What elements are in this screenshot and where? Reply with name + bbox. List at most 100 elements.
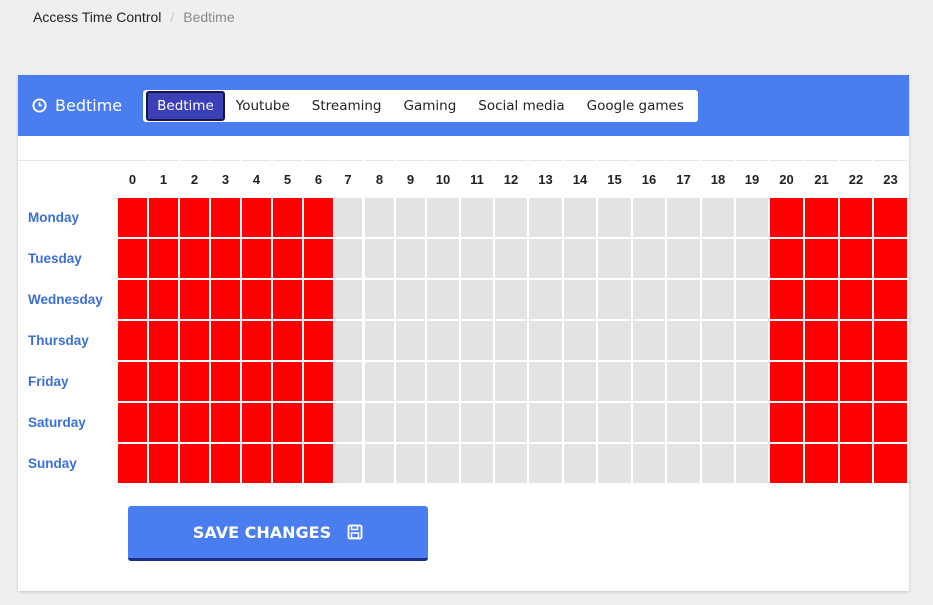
schedule-cell[interactable] [396, 280, 425, 319]
schedule-cell[interactable] [180, 444, 209, 483]
schedule-cell[interactable] [304, 280, 333, 319]
schedule-cell[interactable] [118, 403, 147, 442]
schedule-cell[interactable] [736, 403, 768, 442]
schedule-cell[interactable] [118, 444, 147, 483]
tab-social-media[interactable]: Social media [467, 91, 575, 121]
schedule-cell[interactable] [304, 403, 333, 442]
schedule-cell[interactable] [667, 444, 700, 483]
schedule-cell[interactable] [304, 198, 333, 237]
schedule-cell[interactable] [598, 280, 631, 319]
schedule-cell[interactable] [633, 362, 665, 401]
schedule-cell[interactable] [702, 403, 734, 442]
schedule-cell[interactable] [874, 444, 907, 483]
schedule-cell[interactable] [365, 444, 394, 483]
schedule-cell[interactable] [736, 239, 768, 278]
schedule-cell[interactable] [736, 362, 768, 401]
schedule-cell[interactable] [273, 403, 302, 442]
schedule-cell[interactable] [242, 444, 271, 483]
schedule-cell[interactable] [396, 403, 425, 442]
schedule-cell[interactable] [334, 280, 362, 319]
schedule-cell[interactable] [736, 321, 768, 360]
schedule-cell[interactable] [736, 444, 768, 483]
schedule-cell[interactable] [495, 444, 527, 483]
schedule-cell[interactable] [598, 444, 631, 483]
tab-streaming[interactable]: Streaming [301, 91, 393, 121]
schedule-cell[interactable] [304, 362, 333, 401]
schedule-cell[interactable] [840, 280, 872, 319]
schedule-cell[interactable] [461, 239, 493, 278]
schedule-cell[interactable] [461, 321, 493, 360]
schedule-cell[interactable] [180, 280, 209, 319]
schedule-cell[interactable] [211, 239, 240, 278]
schedule-cell[interactable] [334, 321, 362, 360]
schedule-cell[interactable] [427, 362, 459, 401]
schedule-cell[interactable] [365, 321, 394, 360]
schedule-cell[interactable] [529, 198, 562, 237]
schedule-cell[interactable] [598, 403, 631, 442]
schedule-cell[interactable] [702, 280, 734, 319]
schedule-cell[interactable] [667, 403, 700, 442]
schedule-cell[interactable] [874, 403, 907, 442]
schedule-cell[interactable] [334, 239, 362, 278]
schedule-cell[interactable] [273, 321, 302, 360]
schedule-cell[interactable] [211, 198, 240, 237]
schedule-cell[interactable] [840, 403, 872, 442]
schedule-cell[interactable] [633, 239, 665, 278]
schedule-cell[interactable] [495, 239, 527, 278]
schedule-cell[interactable] [118, 321, 147, 360]
schedule-cell[interactable] [736, 198, 768, 237]
schedule-cell[interactable] [118, 362, 147, 401]
schedule-cell[interactable] [427, 444, 459, 483]
schedule-cell[interactable] [633, 444, 665, 483]
schedule-cell[interactable] [529, 362, 562, 401]
schedule-cell[interactable] [702, 444, 734, 483]
schedule-cell[interactable] [211, 362, 240, 401]
schedule-cell[interactable] [633, 321, 665, 360]
schedule-cell[interactable] [242, 321, 271, 360]
schedule-cell[interactable] [564, 280, 596, 319]
schedule-cell[interactable] [702, 362, 734, 401]
schedule-cell[interactable] [149, 362, 178, 401]
schedule-cell[interactable] [598, 321, 631, 360]
schedule-cell[interactable] [304, 239, 333, 278]
schedule-cell[interactable] [840, 444, 872, 483]
schedule-cell[interactable] [529, 403, 562, 442]
schedule-cell[interactable] [495, 321, 527, 360]
schedule-cell[interactable] [334, 444, 362, 483]
schedule-cell[interactable] [461, 403, 493, 442]
schedule-cell[interactable] [304, 444, 333, 483]
schedule-cell[interactable] [770, 403, 803, 442]
schedule-cell[interactable] [667, 239, 700, 278]
schedule-cell[interactable] [564, 444, 596, 483]
schedule-cell[interactable] [211, 444, 240, 483]
schedule-cell[interactable] [273, 362, 302, 401]
schedule-cell[interactable] [667, 362, 700, 401]
schedule-cell[interactable] [770, 362, 803, 401]
schedule-cell[interactable] [840, 362, 872, 401]
schedule-cell[interactable] [242, 403, 271, 442]
schedule-cell[interactable] [365, 362, 394, 401]
schedule-cell[interactable] [770, 239, 803, 278]
schedule-cell[interactable] [770, 321, 803, 360]
schedule-cell[interactable] [529, 321, 562, 360]
schedule-cell[interactable] [273, 444, 302, 483]
schedule-cell[interactable] [770, 198, 803, 237]
schedule-cell[interactable] [667, 321, 700, 360]
schedule-cell[interactable] [396, 444, 425, 483]
schedule-cell[interactable] [702, 198, 734, 237]
schedule-cell[interactable] [736, 280, 768, 319]
schedule-cell[interactable] [118, 280, 147, 319]
schedule-cell[interactable] [365, 280, 394, 319]
schedule-cell[interactable] [365, 403, 394, 442]
schedule-cell[interactable] [874, 321, 907, 360]
schedule-cell[interactable] [334, 362, 362, 401]
tab-bedtime[interactable]: Bedtime [146, 90, 225, 121]
schedule-cell[interactable] [564, 403, 596, 442]
schedule-cell[interactable] [427, 321, 459, 360]
schedule-cell[interactable] [149, 198, 178, 237]
schedule-cell[interactable] [702, 321, 734, 360]
schedule-cell[interactable] [564, 239, 596, 278]
schedule-cell[interactable] [805, 280, 838, 319]
schedule-cell[interactable] [461, 362, 493, 401]
schedule-cell[interactable] [273, 198, 302, 237]
